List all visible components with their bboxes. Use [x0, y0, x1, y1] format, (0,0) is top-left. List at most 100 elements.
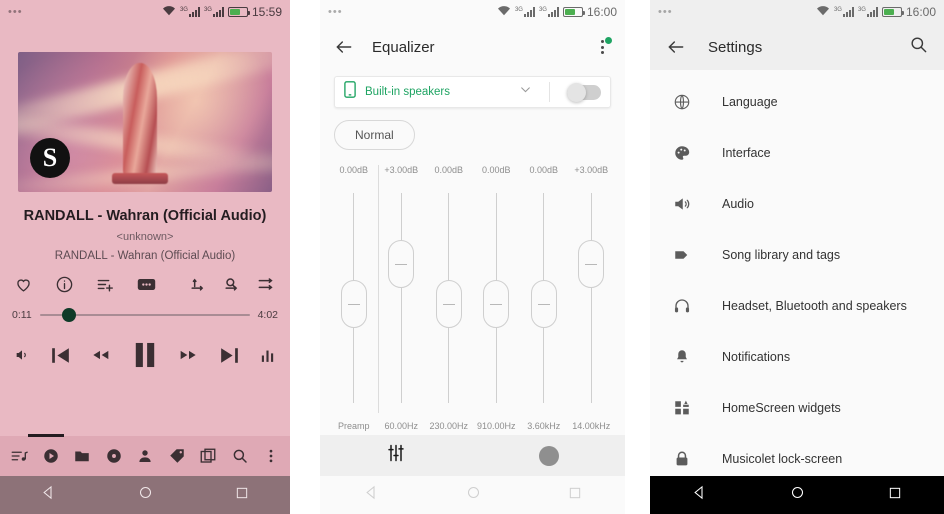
nav-recents-icon[interactable]	[888, 486, 902, 505]
settings-item-interface[interactable]: Interface	[650, 127, 944, 178]
settings-item-label: HomeScreen widgets	[722, 400, 841, 415]
art-statue	[122, 63, 157, 180]
tab-playlists[interactable]	[199, 447, 217, 465]
favorite-icon[interactable]	[14, 275, 33, 294]
settings-item-label: Notifications	[722, 349, 791, 364]
nav-back-icon[interactable]	[364, 485, 379, 505]
settings-item-label: Audio	[722, 196, 754, 211]
equalizer-screen: ••• 3G 3G 16:00 Equalizer Built-in speak…	[320, 0, 625, 514]
tab-now-playing[interactable]	[42, 447, 60, 465]
settings-item-language[interactable]: Language	[650, 76, 944, 127]
band-frequency-label: 14.00kHz	[572, 421, 611, 431]
wifi-icon	[816, 5, 830, 19]
nav-home-icon[interactable]	[138, 485, 153, 505]
status-time: 15:59	[251, 5, 282, 19]
battery-icon	[227, 7, 250, 17]
signal-icon-1: 3G	[834, 7, 854, 17]
slider-knob[interactable]	[435, 280, 462, 329]
equalizer-db-labels: 0.00dB +3.00dB 0.00dB 0.00dB 0.00dB +3.0…	[320, 165, 625, 175]
band-slider-910hz[interactable]	[473, 187, 521, 409]
band-frequency-label: 3.60kHz	[527, 421, 561, 431]
tab-folders[interactable]	[73, 447, 91, 465]
band-frequency-label: 230.00Hz	[429, 421, 469, 431]
rewind-button[interactable]	[90, 345, 110, 365]
tab-albums[interactable]	[105, 447, 123, 465]
equalizer-icon[interactable]	[259, 347, 276, 364]
nav-back-icon[interactable]	[41, 485, 56, 505]
output-device-selector[interactable]: Built-in speakers	[334, 76, 611, 108]
album-art-container[interactable]: S	[0, 24, 290, 192]
band-slider-14khz[interactable]	[568, 187, 616, 409]
band-slider-preamp[interactable]	[330, 187, 378, 409]
band-slider-230hz[interactable]	[425, 187, 473, 409]
nav-home-icon[interactable]	[466, 485, 481, 505]
settings-item-label: Language	[722, 94, 778, 109]
android-navbar-player	[0, 476, 290, 514]
back-arrow-icon[interactable]	[334, 37, 354, 57]
bass-boost-knob-button[interactable]	[539, 445, 559, 466]
settings-item-headset[interactable]: Headset, Bluetooth and speakers	[650, 280, 944, 331]
volume-icon[interactable]	[14, 347, 30, 363]
tab-search[interactable]	[231, 447, 249, 465]
settings-item-notifications[interactable]: Notifications	[650, 331, 944, 382]
overflow-menu-icon[interactable]	[593, 37, 612, 57]
speaker-icon	[672, 195, 692, 213]
slider-knob[interactable]	[530, 280, 557, 329]
battery-icon	[562, 7, 585, 17]
tab-genres[interactable]	[168, 447, 186, 465]
status-bar-equalizer: ••• 3G 3G 16:00	[320, 0, 625, 24]
previous-track-button[interactable]	[48, 343, 73, 368]
panel-gap	[625, 0, 650, 514]
record-label-logo: S	[30, 138, 70, 178]
nav-recents-icon[interactable]	[568, 486, 582, 505]
add-to-playlist-icon[interactable]	[96, 275, 115, 294]
settings-item-audio[interactable]: Audio	[650, 178, 944, 229]
battery-icon	[881, 7, 904, 17]
pause-button[interactable]	[128, 338, 162, 372]
equalizer-sliders	[330, 165, 616, 413]
nav-home-icon[interactable]	[790, 485, 805, 505]
info-icon[interactable]	[55, 275, 74, 294]
slider-rail	[590, 193, 592, 403]
band-slider-3600hz[interactable]	[520, 187, 568, 409]
next-track-button[interactable]	[217, 343, 242, 368]
tab-queue[interactable]	[10, 447, 28, 465]
panel-gap	[290, 0, 320, 514]
bell-icon	[672, 348, 692, 366]
seek-slider[interactable]	[39, 308, 250, 322]
back-arrow-icon[interactable]	[666, 37, 686, 57]
repeat-queue-icon[interactable]	[222, 274, 242, 294]
device-name: Built-in speakers	[365, 86, 451, 98]
equalizer-sliders-button[interactable]	[386, 443, 406, 468]
seek-bar-row[interactable]: 0:11 4:02	[0, 294, 290, 322]
equalizer-frequency-labels: Preamp 60.00Hz 230.00Hz 910.00Hz 3.60kHz…	[330, 421, 615, 431]
tab-overflow[interactable]	[262, 447, 280, 465]
settings-screen: ••• 3G 3G 16:00 Settings Language Interf…	[650, 0, 944, 514]
nav-recents-icon[interactable]	[235, 486, 249, 505]
settings-item-song-library[interactable]: Song library and tags	[650, 229, 944, 280]
shuffle-icon[interactable]	[256, 274, 276, 294]
tab-artists[interactable]	[136, 447, 154, 465]
nav-back-icon[interactable]	[692, 485, 707, 505]
repeat-one-icon[interactable]	[188, 274, 208, 294]
slider-knob[interactable]	[340, 280, 367, 329]
player-screen: ••• 3G 3G 15:59 S RANDALL - Wahran (Offi…	[0, 0, 290, 514]
settings-item-homescreen-widgets[interactable]: HomeScreen widgets	[650, 382, 944, 433]
seek-thumb[interactable]	[62, 308, 77, 322]
fast-forward-button[interactable]	[179, 345, 199, 365]
band-slider-60hz[interactable]	[377, 165, 426, 413]
slider-knob[interactable]	[483, 280, 510, 329]
signal-icon-1: 3G	[515, 7, 535, 17]
equalizer-enable-toggle[interactable]	[567, 82, 601, 102]
wifi-icon	[162, 5, 176, 19]
slider-knob[interactable]	[578, 240, 605, 289]
settings-item-label: Interface	[722, 145, 771, 160]
settings-list: Language Interface Audio Song library an…	[650, 70, 944, 484]
search-icon[interactable]	[909, 35, 928, 59]
chevron-down-icon[interactable]	[519, 83, 532, 101]
more-options-icon[interactable]	[137, 277, 156, 292]
preset-chip[interactable]: Normal	[334, 120, 415, 150]
album-art[interactable]: S	[18, 52, 272, 192]
track-album: RANDALL - Wahran (Official Audio)	[54, 250, 236, 262]
slider-knob[interactable]	[388, 240, 415, 289]
